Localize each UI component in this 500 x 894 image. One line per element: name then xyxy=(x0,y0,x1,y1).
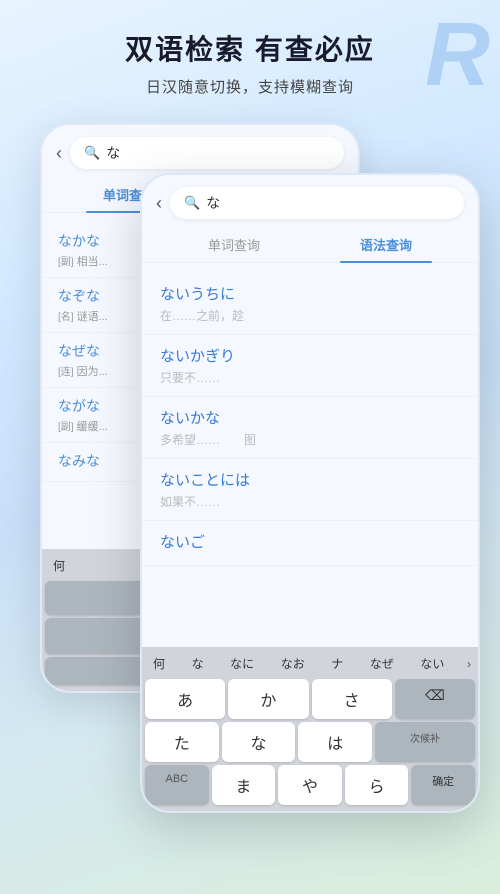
key-row-2: た な は 次候补 xyxy=(145,722,475,762)
list-item[interactable]: ないうちに 在……之前，趁 xyxy=(142,273,478,335)
list-item[interactable]: ないかぎり 只要不…… xyxy=(142,335,478,397)
back-search-query: な xyxy=(106,143,120,163)
tab-grammar-front[interactable]: 语法查询 xyxy=(310,227,462,262)
key-confirm[interactable]: 确定 xyxy=(411,765,475,805)
list-item[interactable]: ないかな 多希望…… 图 xyxy=(142,397,478,459)
search-icon-front: 🔍 xyxy=(184,195,200,211)
front-search-query: な xyxy=(206,193,220,213)
kana-na-front[interactable]: な xyxy=(188,653,208,674)
header-subtitle: 日汉随意切换，支持模糊查询 xyxy=(20,76,480,97)
back-button-back[interactable]: ‹ xyxy=(56,143,62,164)
header-title: 双语检索 有查必应 xyxy=(20,28,480,68)
front-tabs: 单词查询 语法查询 xyxy=(142,227,478,263)
key-a[interactable]: あ xyxy=(145,679,225,719)
key-row-1: あ か さ ⌫ xyxy=(145,679,475,719)
back-button-front[interactable]: ‹ xyxy=(156,193,162,214)
tab-word-front[interactable]: 单词查询 xyxy=(158,227,310,262)
front-key-rows: あ か さ ⌫ た な は 次候补 ABC ま や xyxy=(145,679,475,805)
phones-container: ‹ 🔍 な 单词查询 语法查询 なかな [副] 相当... なぞな [名 xyxy=(10,113,490,793)
key-ra[interactable]: ら xyxy=(345,765,409,805)
kana-naze[interactable]: なぜ xyxy=(366,653,398,674)
r-logo: R xyxy=(425,10,490,100)
chevron-right-icon[interactable]: › xyxy=(467,657,471,671)
front-search-input[interactable]: 🔍 な xyxy=(170,187,464,219)
kana-NA[interactable]: ナ xyxy=(327,653,347,674)
key-ma[interactable]: ま xyxy=(212,765,276,805)
key-next-candidate[interactable]: 次候补 xyxy=(375,722,475,762)
key-row-3: ABC ま や ら 确定 xyxy=(145,765,475,805)
front-results-list: ないうちに 在……之前，趁 ないかぎり 只要不…… ないかな 多希望…… 图 な… xyxy=(142,269,478,647)
grammar-desc: 多希望…… 图 xyxy=(160,431,460,448)
phone-front: ‹ 🔍 な 单词查询 语法查询 ないうちに 在……之前，趁 ないかぎり xyxy=(140,173,480,813)
grammar-word: ないかぎり xyxy=(160,345,460,366)
key-ka[interactable]: か xyxy=(228,679,308,719)
key-ya[interactable]: や xyxy=(278,765,342,805)
list-item[interactable]: ないご xyxy=(142,521,478,566)
key-ta[interactable]: た xyxy=(145,722,219,762)
key-sa[interactable]: さ xyxy=(312,679,392,719)
grammar-word: ないことには xyxy=(160,469,460,490)
grammar-word: ないご xyxy=(160,531,460,552)
key-na[interactable]: な xyxy=(222,722,296,762)
kana-nani[interactable]: 何 xyxy=(49,555,69,576)
kana-suggestion-bar: 何 な なに なお ナ なぜ ない › xyxy=(145,651,475,676)
grammar-word: ないうちに xyxy=(160,283,460,304)
grammar-desc: 在……之前，趁 xyxy=(160,307,460,324)
key-abc-front[interactable]: ABC xyxy=(145,765,209,805)
kana-nani-front[interactable]: 何 xyxy=(149,653,169,674)
grammar-desc: 如果不…… xyxy=(160,493,460,510)
back-search-bar: ‹ 🔍 な xyxy=(42,125,358,177)
front-search-bar: ‹ 🔍 な xyxy=(142,175,478,227)
kana-nao[interactable]: なお xyxy=(277,653,309,674)
back-search-input[interactable]: 🔍 な xyxy=(70,137,344,169)
kana-nai[interactable]: ない xyxy=(416,653,448,674)
key-ha[interactable]: は xyxy=(298,722,372,762)
kana-nani2[interactable]: なに xyxy=(226,653,258,674)
key-delete[interactable]: ⌫ xyxy=(395,679,475,719)
grammar-desc: 只要不…… xyxy=(160,369,460,386)
grammar-word: ないかな xyxy=(160,407,460,428)
list-item[interactable]: ないことには 如果不…… xyxy=(142,459,478,521)
search-icon-back: 🔍 xyxy=(84,145,100,161)
front-keyboard: 何 な なに なお ナ なぜ ない › あ か さ ⌫ xyxy=(142,647,478,811)
